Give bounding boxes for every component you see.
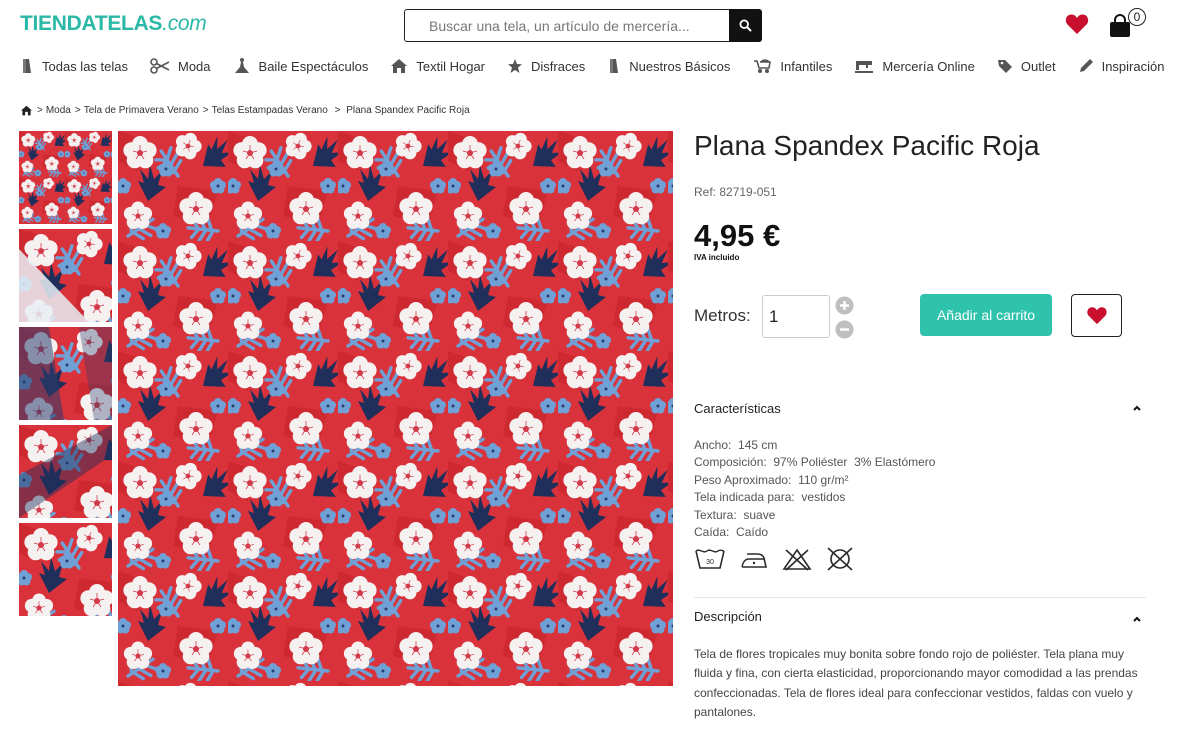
product-main-image[interactable] [118,131,673,686]
description-toggle[interactable]: Descripción [694,609,1146,631]
favorites-button[interactable] [1065,13,1089,35]
nav-label: Nuestros Básicos [629,58,731,74]
nav-label: Disfraces [531,58,586,74]
wash-30-icon: 30 [695,549,725,569]
nav-item-todas-las-telas[interactable]: Todas las telas [20,58,128,74]
fabric-thumbnail-image [19,523,112,616]
add-to-cart-button[interactable]: Añadir al carrito [920,294,1052,336]
svg-text:30: 30 [706,559,714,566]
search-bar [404,8,762,42]
cart-count-badge: 0 [1128,8,1146,26]
heart-icon [1065,14,1089,35]
nav-item-baile-espectaculos[interactable]: Baile Espectáculos [233,57,369,75]
search-button[interactable] [728,8,762,42]
star-icon [508,59,523,73]
nav-item-inspiracion[interactable]: Inspiración [1078,58,1165,74]
nav-item-moda[interactable]: Moda [150,58,211,74]
home-icon [391,59,408,73]
heart-icon [1086,307,1107,325]
fabric-thumbnail-image [19,131,112,224]
nav-item-infantiles[interactable]: Infantiles [752,58,832,74]
chevron-up-icon [1133,405,1141,411]
tag-icon [997,60,1012,73]
plus-circle-icon [835,296,854,315]
main-nav: Todas las telas Moda Baile Espectáculos … [20,55,1186,77]
description-text: Tela de flores tropicales muy bonita sob… [694,647,1138,719]
section-divider [694,597,1146,598]
thumbnail-gallery [19,131,112,621]
characteristics-toggle[interactable]: Características [694,401,1146,423]
thumbnail-3[interactable] [19,327,112,420]
nav-item-textil-hogar[interactable]: Textil Hogar [390,58,485,74]
home-icon[interactable] [20,105,33,116]
nav-item-merceria-online[interactable]: Mercería Online [854,58,975,74]
product-ref: Ref: 82719-051 [694,185,777,199]
nav-item-disfraces[interactable]: Disfraces [507,58,585,74]
logo-suffix: .com [162,12,207,35]
description-title: Descripción [694,609,762,624]
nav-label: Mercería Online [882,58,975,74]
thumbnail-4[interactable] [19,425,112,518]
fabric-roll-icon [610,59,619,73]
breadcrumb-current: Plana Spandex Pacific Roja [346,105,470,116]
iron-low-icon [741,553,767,568]
search-input[interactable] [405,10,729,41]
nav-label: Inspiración [1101,58,1165,74]
quantity-increase-button[interactable] [835,296,854,315]
add-to-wishlist-button[interactable] [1071,294,1122,337]
dancer-icon [234,58,249,73]
sewing-machine-icon [855,61,874,73]
thumbnail-1[interactable] [19,131,112,224]
nav-label: Outlet [1020,58,1056,74]
product-price: 4,95 € [694,218,781,253]
quantity-decrease-button[interactable] [835,320,854,339]
nav-label: Moda [178,58,211,74]
quantity-input[interactable] [762,295,830,338]
characteristics-list: Ancho: 145 cm Composición: 97% Poliéster… [694,437,935,541]
nav-item-outlet[interactable]: Outlet [997,58,1056,74]
thumbnail-2[interactable] [19,229,112,322]
breadcrumb-link-moda[interactable]: Moda [46,105,71,116]
nav-item-nuestros-basicos[interactable]: Nuestros Básicos [607,58,730,74]
char-row-indicada: Tela indicada para: vestidos [694,490,846,505]
char-row-ancho: Ancho: 145 cm [694,438,778,452]
char-row-peso: Peso Aproximado: 110 gr/m² [694,472,849,487]
thumbnail-5[interactable] [19,523,112,616]
minus-circle-icon [835,320,854,339]
logo-main: TIENDATELAS [20,12,163,35]
fabric-pattern-image [118,131,673,686]
breadcrumb-link-estampadas-verano[interactable]: Telas Estampadas Verano [212,105,328,116]
fabric-thumbnail-image [19,229,112,322]
no-bleach-icon [782,548,812,571]
scissors-icon [150,58,170,74]
characteristics-title: Características [694,401,781,416]
char-row-textura: Textura: suave [694,507,776,522]
fabric-roll-icon [23,59,31,73]
stroller-icon [754,59,772,73]
breadcrumb-link-primavera-verano[interactable]: Tela de Primavera Verano [84,105,199,116]
char-row-caida: Caída: Caído [694,525,769,540]
fabric-thumbnail-image [19,327,112,420]
cart-button[interactable]: 0 [1106,8,1146,40]
vat-note: IVA incluido [694,253,740,262]
breadcrumb: > Moda > Tela de Primavera Verano > Telas E… [20,105,470,116]
fabric-thumbnail-image [19,425,112,518]
chevron-up-icon [1133,616,1141,622]
nav-label: Textil Hogar [416,58,486,74]
nav-label: Baile Espectáculos [258,58,369,74]
char-row-composicion: Composición: 97% Poliéster 3% Elastómero [694,455,936,470]
search-icon [738,18,751,31]
nav-label: Todas las telas [42,58,128,74]
pencil-icon [1079,59,1093,72]
quantity-label: Metros: [694,306,751,325]
product-title: Plana Spandex Pacific Roja [694,130,1040,161]
nav-label: Infantiles [780,58,833,74]
no-tumble-dry-icon [827,547,853,571]
site-logo[interactable]: TIENDATELAS.com [20,12,207,36]
care-instructions: 30 [694,546,868,572]
